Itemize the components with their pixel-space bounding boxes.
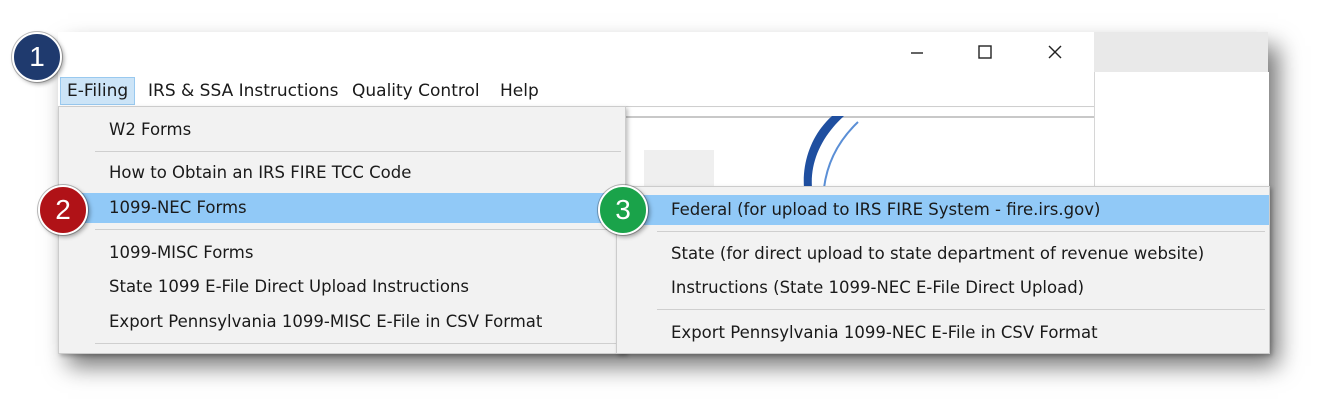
menu-irs-ssa-instructions[interactable]: IRS & SSA Instructions <box>142 78 344 104</box>
content-panel <box>644 150 714 188</box>
menu-quality-control[interactable]: Quality Control <box>346 78 486 104</box>
submenu-item-export-pa-1099-nec[interactable]: Export Pennsylvania 1099-NEC E-File in C… <box>617 318 1269 348</box>
logo-swoosh-icon <box>803 116 859 188</box>
maximize-icon[interactable] <box>962 36 1008 68</box>
submenu-item-instructions[interactable]: Instructions (State 1099-NEC E-File Dire… <box>617 273 1269 303</box>
menu-efiling[interactable]: E-Filing <box>60 77 136 105</box>
menu-separator <box>95 151 621 152</box>
menu-item-w2-forms[interactable]: W2 Forms <box>59 115 625 145</box>
menu-separator <box>657 309 1265 310</box>
step-badge-1: 1 <box>12 32 62 82</box>
minimize-icon[interactable] <box>894 36 940 68</box>
title-bar <box>58 32 1094 74</box>
menu-item-1099-misc-forms[interactable]: 1099-MISC Forms <box>59 238 625 268</box>
main-content-area <box>624 108 1094 190</box>
menu-item-fire-tcc-code[interactable]: How to Obtain an IRS FIRE TCC Code <box>59 158 625 188</box>
menu-help[interactable]: Help <box>494 78 545 104</box>
background-window-pane <box>1094 72 1269 186</box>
menu-separator <box>657 231 1265 232</box>
menu-item-1099-nec-forms[interactable]: 1099-NEC Forms <box>59 193 625 223</box>
submenu-item-state[interactable]: State (for direct upload to state depart… <box>617 239 1269 269</box>
menu-separator <box>95 229 621 230</box>
nec-submenu: Federal (for upload to IRS FIRE System -… <box>616 186 1270 354</box>
step-badge-3: 3 <box>598 185 648 235</box>
step-badge-2: 2 <box>38 185 88 235</box>
menu-item-state-1099-upload-instructions[interactable]: State 1099 E-File Direct Upload Instruct… <box>59 272 625 302</box>
menu-item-export-pa-1099-misc[interactable]: Export Pennsylvania 1099-MISC E-File in … <box>59 307 625 337</box>
submenu-item-federal[interactable]: Federal (for upload to IRS FIRE System -… <box>617 195 1269 225</box>
close-icon[interactable] <box>1032 36 1078 68</box>
menu-bar: E-Filing IRS & SSA Instructions Quality … <box>58 74 1094 107</box>
background-window-strip <box>1094 32 1268 72</box>
efiling-dropdown-menu: W2 Forms How to Obtain an IRS FIRE TCC C… <box>58 106 626 354</box>
menu-separator <box>95 343 621 344</box>
application-window: E-Filing IRS & SSA Instructions Quality … <box>58 32 1270 354</box>
